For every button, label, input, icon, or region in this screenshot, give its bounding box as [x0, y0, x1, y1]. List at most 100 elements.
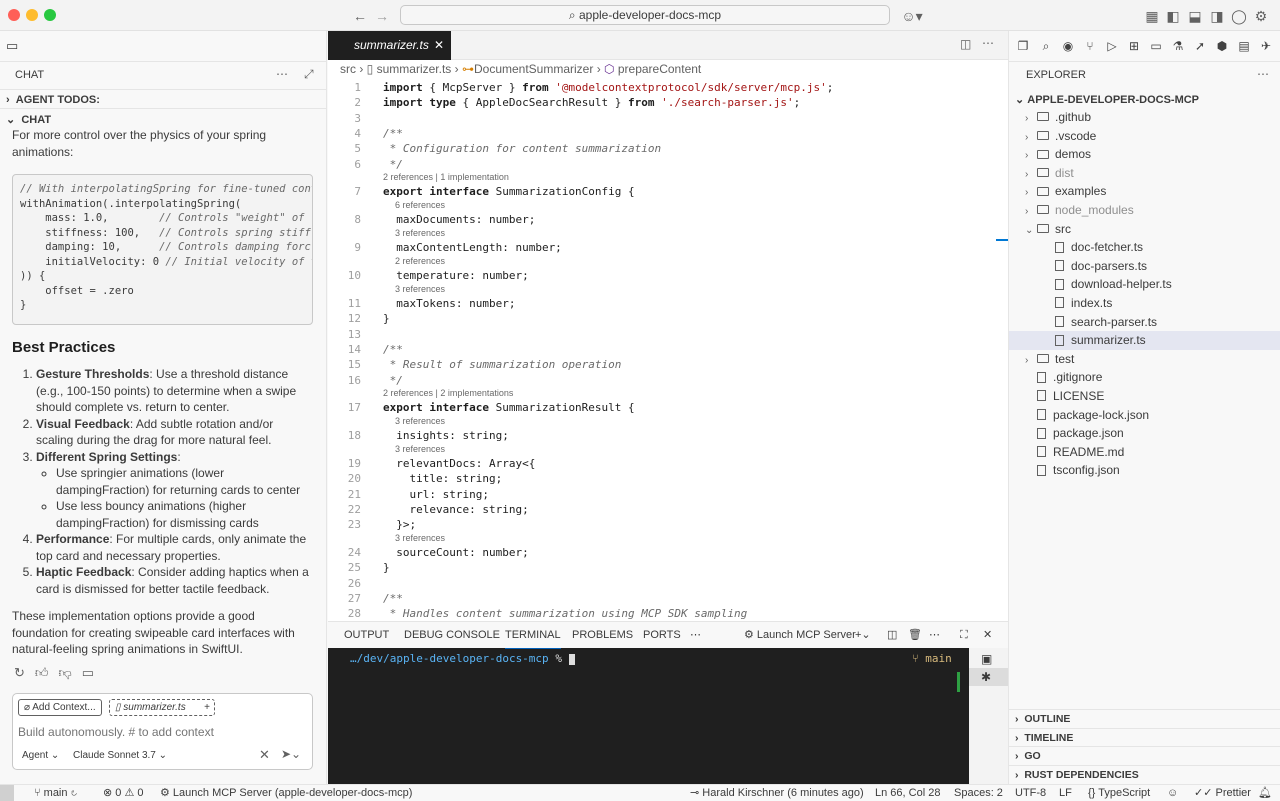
file-context-chip[interactable]: ▯ summarizer.ts + — [109, 699, 215, 716]
file-item[interactable]: summarizer.ts — [1009, 331, 1280, 350]
close-tab-icon[interactable]: ✕ — [434, 31, 444, 60]
file-item[interactable]: doc-fetcher.ts — [1009, 238, 1280, 257]
tools-icon[interactable]: ✕ — [259, 747, 270, 763]
section-go[interactable]: › GO — [1009, 746, 1280, 764]
tab-terminal[interactable]: TERMINAL — [505, 622, 561, 649]
code-lens[interactable]: 3 references — [395, 415, 445, 427]
breadcrumb-class[interactable]: DocumentSummarizer — [474, 62, 593, 76]
extensions-icon[interactable]: ⊞ — [1126, 38, 1142, 54]
code-lens[interactable]: 6 references — [395, 199, 445, 211]
terminal-prompt[interactable]: …/dev/apple-developer-docs-mcp % — [350, 652, 575, 665]
sync-icon[interactable]: ↻ — [71, 787, 78, 799]
tab-summarizer[interactable]: summarizer.ts ✕ — [328, 31, 451, 60]
code-lens[interactable]: 3 references — [395, 283, 445, 295]
more-actions-icon[interactable]: ⋯ — [1257, 67, 1269, 81]
gear-icon[interactable]: ⚙ — [1251, 6, 1271, 26]
file-item[interactable]: package-lock.json — [1009, 406, 1280, 425]
file-item[interactable]: LICENSE — [1009, 387, 1280, 406]
debug-icon[interactable]: ✱ — [981, 670, 991, 684]
file-item[interactable]: package.json — [1009, 424, 1280, 443]
add-context-button[interactable]: ⌀ Add Context... — [18, 699, 102, 716]
send-icon[interactable]: ➤⌄ — [281, 747, 301, 761]
encoding[interactable]: UTF-8 — [1015, 785, 1046, 801]
rocket-icon[interactable]: ✈ — [1258, 38, 1274, 54]
maximize-icon[interactable]: ⤢ — [304, 67, 314, 82]
run-debug-icon[interactable]: ▷ — [1104, 38, 1120, 54]
github-icon[interactable]: ◉ — [1060, 38, 1076, 54]
search-icon[interactable]: ⌕ — [1038, 38, 1054, 54]
more-tabs-icon[interactable]: ⋯ — [690, 622, 701, 649]
mode-dropdown[interactable]: Agent ⌄ — [22, 750, 59, 761]
back-arrow-icon[interactable]: ← — [350, 6, 370, 26]
folder-item[interactable]: › examples — [1009, 182, 1280, 201]
code-lens[interactable]: 2 references | 2 implementations — [383, 387, 513, 399]
file-item[interactable]: README.md — [1009, 443, 1280, 462]
launch-status[interactable]: ⚙ Launch MCP Server (apple-developer-doc… — [160, 785, 412, 801]
layout-icon[interactable]: ▦ — [1142, 6, 1162, 26]
folder-item[interactable]: › .vscode — [1009, 127, 1280, 146]
toggle-secondary-sidebar-icon[interactable]: ◨ — [1207, 6, 1227, 26]
more-actions-icon[interactable]: ⋯ — [276, 67, 288, 81]
file-item[interactable]: tsconfig.json — [1009, 461, 1280, 480]
thumbs-down-icon[interactable]: 👎︎ — [59, 665, 82, 680]
copilot-chat-icon[interactable]: ▤ — [1236, 38, 1252, 54]
breadcrumb-src[interactable]: src — [340, 62, 356, 76]
folder-item[interactable]: › demos — [1009, 145, 1280, 164]
indentation[interactable]: Spaces: 2 — [954, 785, 1003, 801]
python-icon[interactable]: ⬢ — [1214, 38, 1230, 54]
problems-indicator[interactable]: ⊗ 0 ⚠ 0 — [103, 785, 144, 801]
workspace-root[interactable]: ⌄ APPLE-DEVELOPER-DOCS-MCP — [1015, 93, 1199, 106]
account-icon[interactable]: ◯ — [1229, 6, 1249, 26]
file-item[interactable]: search-parser.ts — [1009, 313, 1280, 332]
chat-section[interactable]: ⌄ CHAT — [6, 113, 51, 126]
toggle-primary-sidebar-icon[interactable]: ◧ — [1163, 6, 1183, 26]
more-actions-icon[interactable]: ⋯ — [982, 36, 994, 50]
close-panel-icon[interactable]: ✕ — [983, 622, 992, 649]
notifications-icon[interactable]: 🔔︎ — [1258, 785, 1272, 801]
code-lens[interactable]: 2 references | 1 implementation — [383, 171, 509, 183]
forward-arrow-icon[interactable]: → — [372, 6, 392, 26]
cursor-position[interactable]: Ln 66, Col 28 — [875, 785, 940, 801]
file-item[interactable]: download-helper.ts — [1009, 275, 1280, 294]
remote-indicator[interactable] — [0, 785, 14, 801]
minimize-window-button[interactable] — [26, 9, 38, 21]
copilot-icon[interactable]: ☺▾ — [898, 6, 926, 26]
code-lens[interactable]: 3 references — [395, 227, 445, 239]
maximize-window-button[interactable] — [44, 9, 56, 21]
prettier-status[interactable]: ✓✓ Prettier — [1194, 785, 1251, 801]
source-control-icon[interactable]: ⑂ — [1082, 38, 1098, 54]
copilot-status-icon[interactable]: ☺ — [1167, 785, 1178, 801]
trash-icon[interactable]: 🗑︎ — [908, 622, 922, 649]
toggle-panel-icon[interactable]: ⬓ — [1185, 6, 1205, 26]
file-item[interactable]: doc-parsers.ts — [1009, 257, 1280, 276]
retry-icon[interactable]: ↻ — [14, 665, 35, 680]
section-rust-dependencies[interactable]: › RUST DEPENDENCIES — [1009, 765, 1280, 783]
folder-item[interactable]: › test — [1009, 350, 1280, 369]
launch-config-button[interactable]: ⚙ Launch MCP Server — [744, 622, 856, 649]
tab-ports[interactable]: PORTS — [643, 622, 681, 649]
model-dropdown[interactable]: Claude Sonnet 3.7 ⌄ — [73, 750, 167, 761]
new-terminal-icon[interactable]: +⌄ — [855, 622, 871, 649]
remote-icon[interactable]: ▭ — [1148, 38, 1164, 54]
split-editor-icon[interactable]: ◫ — [960, 37, 971, 51]
code-lens[interactable]: 3 references — [395, 443, 445, 455]
code-lens[interactable]: 3 references — [395, 532, 445, 544]
pin-icon[interactable]: ➚ — [1192, 38, 1208, 54]
file-item[interactable]: index.ts — [1009, 294, 1280, 313]
maximize-panel-icon[interactable]: ⛶ — [960, 622, 968, 649]
language-mode[interactable]: {} TypeScript — [1088, 785, 1150, 801]
tab-problems[interactable]: PROBLEMS — [572, 622, 633, 649]
explorer-icon[interactable]: ❐ — [1015, 38, 1031, 54]
section-outline[interactable]: › OUTLINE — [1009, 709, 1280, 727]
file-item[interactable]: .gitignore — [1009, 368, 1280, 387]
thumbs-up-icon[interactable]: 👍︎ — [35, 665, 59, 680]
breadcrumb-method[interactable]: prepareContent — [618, 62, 701, 76]
tab-debug-console[interactable]: DEBUG CONSOLE — [404, 622, 500, 649]
comment-icon[interactable]: ▭ — [82, 665, 104, 680]
tab-output[interactable]: OUTPUT — [344, 622, 389, 649]
chat-input[interactable] — [18, 724, 308, 740]
command-center-search[interactable]: ⌕ apple-developer-docs-mcp — [400, 5, 890, 25]
folder-item[interactable]: › .github — [1009, 108, 1280, 127]
code-editor[interactable]: 1 import { McpServer } from '@modelcontex… — [328, 80, 1008, 620]
code-lens[interactable]: 2 references — [395, 255, 445, 267]
